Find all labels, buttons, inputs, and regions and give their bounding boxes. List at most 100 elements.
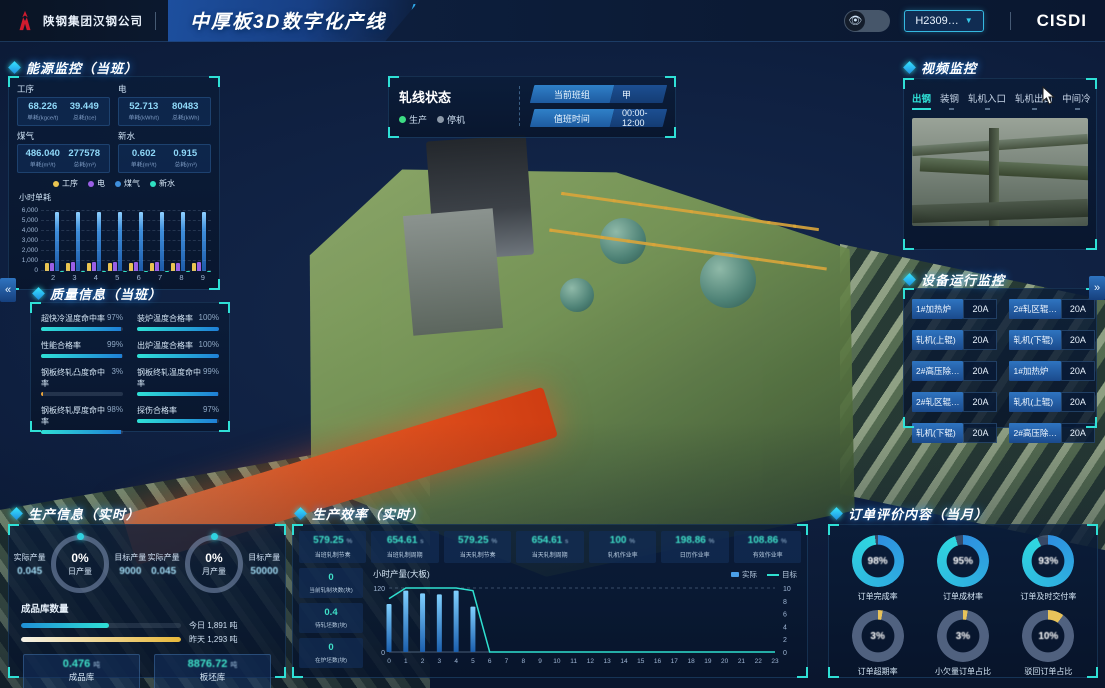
gridline: 1,000	[41, 260, 211, 261]
energy-value: 52.713	[123, 101, 165, 112]
device-label: 2#轧区辊…	[1009, 299, 1060, 319]
device-label: 轧机(下辊)	[1009, 330, 1060, 350]
donut-chart: 95%	[937, 535, 989, 587]
quality-progress-track	[137, 392, 219, 396]
stat-label: 当班轧制周期	[375, 549, 435, 558]
energy-panel-title: 能源监控（当班）	[10, 58, 138, 77]
finished-store-total: 0.476 吨 成品库	[23, 654, 140, 688]
energy-panel-title-text: 能源监控（当班）	[26, 58, 138, 77]
flame-logo-icon	[14, 10, 36, 32]
efficiency-stat: 654.61 s当班轧制周期	[371, 531, 438, 563]
quality-metric-header: 钢板终轧厚度命中率98%	[41, 405, 123, 427]
camera-tab-3[interactable]: 轧机入口	[968, 91, 1006, 110]
camera-feed[interactable]	[912, 118, 1088, 226]
svg-text:7: 7	[505, 658, 509, 665]
efficiency-stats-row: 579.25 %当班轧制节奏654.61 s当班轧制周期579.25 %当天轧制…	[293, 525, 807, 563]
efficiency-side-stats: 0当前轧制块数(块)0.4待轧坯数(块)0在炉坯数(块)	[299, 568, 363, 681]
energy-value-label: 单耗(kgce/t)	[24, 113, 61, 122]
quality-progress-fill	[41, 392, 43, 396]
header-divider	[1010, 12, 1011, 30]
energy-value: 486.040	[22, 148, 64, 159]
svg-text:6: 6	[783, 612, 787, 619]
right-panel-collapse-handle[interactable]: »	[1089, 276, 1105, 300]
efficiency-side-stat: 0.4待轧坯数(块)	[299, 603, 363, 633]
stat-value: 0	[300, 642, 362, 653]
x-tick-label: 6	[137, 273, 141, 282]
donut-label: 订单成材率	[922, 591, 1003, 602]
mouse-cursor	[1042, 86, 1055, 105]
actual-output-month: 实际产量 0.045	[148, 552, 180, 577]
energy-group-name: 煤气	[17, 130, 110, 142]
quality-metric-label: 钢板终轧厚度命中率	[41, 405, 107, 427]
device-item: 2#高压除…20A	[912, 361, 997, 381]
device-current-value: 20A	[1061, 330, 1095, 350]
svg-text:2: 2	[421, 658, 425, 665]
camera-tab-1[interactable]: 出钢	[912, 91, 931, 110]
svg-text:5: 5	[471, 658, 475, 665]
quality-progress-track	[41, 327, 123, 331]
legend-item: 电	[88, 178, 105, 189]
svg-text:4: 4	[783, 624, 787, 631]
quality-metric-header: 钢板终轧凸度命中率3%	[41, 367, 123, 389]
left-panel-collapse-handle[interactable]: «	[0, 278, 16, 302]
donut-value: 93%	[1022, 535, 1074, 587]
dashboard: 陕钢集团汉钢公司 中厚板3D数字化产线 👁 H2309… ▼ CISDI	[0, 0, 1105, 688]
orders-panel-title-text: 订单评价内容（当月）	[848, 504, 988, 523]
svg-text:11: 11	[570, 658, 577, 665]
legend-item: 工序	[53, 178, 78, 189]
stat-value: 654.61 s	[517, 535, 582, 546]
orders-panel: 98%订单完成率95%订单成材率93%订单及时交付率3%订单超期率3%小欠量订单…	[828, 524, 1098, 678]
efficiency-stat: 198.86 %日历作业率	[661, 531, 728, 563]
quality-metric-value: 98%	[107, 405, 123, 427]
diamond-icon	[8, 61, 21, 74]
x-tick-label: 9	[201, 273, 205, 282]
y-tick-label: 1,000	[22, 257, 38, 264]
device-item: 轧机(下辊)20A	[912, 423, 997, 443]
quality-progress-track	[137, 354, 219, 358]
energy-panel: 工序68.226单耗(kgce/t)39.449总耗(tce)电52.713单耗…	[8, 76, 220, 290]
y-tick-label: 5,000	[22, 217, 38, 224]
stat-label: 轧机作业率	[592, 549, 652, 558]
device-current-value: 20A	[1061, 361, 1095, 381]
device-item: 2#高压除…20A	[1009, 423, 1094, 443]
y-tick-label: 3,000	[22, 237, 38, 244]
donut-chart: 93%	[1022, 535, 1074, 587]
devices-panel: 1#加热炉20A2#轧区辊…20A轧机(上辊)20A轧机(下辊)20A2#高压除…	[903, 288, 1097, 428]
quality-metric: 探伤合格率97%	[137, 405, 219, 434]
heat-number-value: H2309…	[915, 15, 958, 27]
devices-panel-title: 设备运行监控	[905, 270, 1005, 289]
donut-label: 订单及时交付率	[1008, 591, 1089, 602]
camera-tab-5[interactable]: 中间冷	[1062, 91, 1091, 110]
actual-output-day: 实际产量 0.045	[14, 552, 46, 577]
gridline: 2,000	[41, 250, 211, 251]
production-panel-title: 生产信息（实时）	[12, 504, 140, 523]
device-item: 轧机(上辊)20A	[1009, 392, 1094, 412]
order-donut: 98%订单完成率	[837, 535, 918, 602]
camera-vignette	[912, 118, 1088, 226]
energy-group-values: 0.602单耗(m³/t)0.915总耗(m³)	[118, 144, 211, 173]
gridline: 5,000	[41, 220, 211, 221]
devices-panel-title-text: 设备运行监控	[921, 270, 1005, 289]
heat-number-dropdown[interactable]: H2309… ▼	[904, 10, 983, 32]
donut-chart: 3%	[852, 610, 904, 662]
gridline: 3,000	[41, 240, 211, 241]
donut-label: 驳回订单占比	[1008, 666, 1089, 677]
svg-text:120: 120	[373, 586, 385, 593]
stat-label: 当天轧制节奏	[447, 549, 507, 558]
gridline: 4,000	[41, 230, 211, 231]
quality-panel-title-text: 质量信息（当班）	[50, 284, 162, 303]
quality-panel-title: 质量信息（当班）	[34, 284, 162, 303]
stopped-status: 停机	[437, 113, 465, 126]
energy-value: 68.226	[22, 101, 64, 112]
company-logo: 陕钢集团汉钢公司	[0, 10, 143, 32]
camera-tab-2[interactable]: 装钢	[940, 91, 959, 110]
efficiency-side-stat: 0在炉坯数(块)	[299, 638, 363, 668]
legend-label: 电	[97, 178, 105, 189]
y-tick-label: 0	[34, 267, 38, 274]
visibility-toggle[interactable]: 👁	[844, 10, 890, 32]
quality-metric-label: 装炉温度合格率	[137, 313, 193, 324]
legend-item: 煤气	[115, 178, 140, 189]
diamond-icon	[294, 507, 307, 520]
svg-text:18: 18	[687, 658, 695, 665]
inventory-label: 成品库数量	[9, 595, 285, 617]
